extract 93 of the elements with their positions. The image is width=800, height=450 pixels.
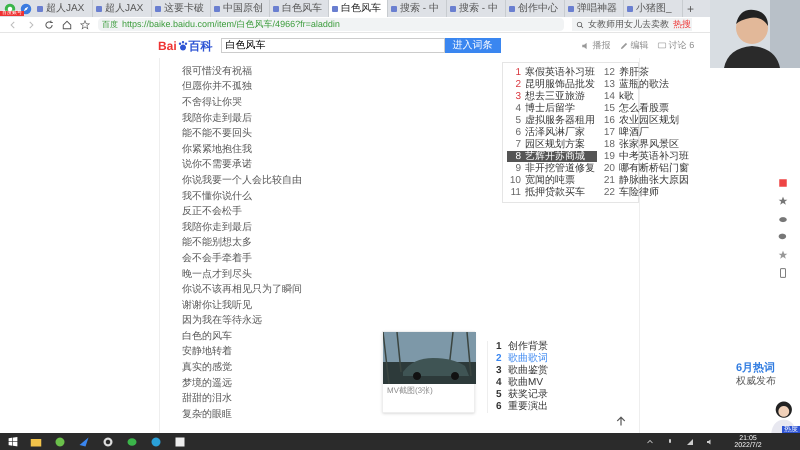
ad-link[interactable]: 8 艺辉开苏商城 (507, 151, 597, 162)
ad-link[interactable]: 21 静脉曲张大原因 (601, 175, 691, 186)
ad-link[interactable]: 2 昆明服饰品批发 (507, 79, 597, 90)
ad-link[interactable]: 10 宽闻的吨票 (507, 175, 597, 186)
edit-icon[interactable] (618, 40, 629, 50)
image-icon[interactable] (174, 436, 186, 448)
page-icon[interactable] (449, 4, 457, 12)
browser-tab[interactable]: 白色风车 (329, 0, 388, 17)
enter-entry-button[interactable]: 进入词条 (444, 38, 501, 53)
lyric-line: 白色的风车 (182, 332, 232, 342)
lyric-line: 甜甜的泪水 (182, 394, 232, 404)
search-icon[interactable] (576, 20, 584, 28)
comment-icon[interactable] (656, 40, 667, 50)
lyric-line: 复杂的眼眶 (182, 410, 232, 420)
lyric-line: 能不能别想太多 (182, 238, 252, 248)
microphone-icon[interactable] (666, 438, 674, 446)
page-icon[interactable] (154, 4, 162, 12)
star-icon[interactable] (778, 196, 788, 206)
lyric-line: 因为我在等待永远 (182, 316, 262, 326)
browser-icon[interactable] (54, 436, 66, 448)
compass-icon[interactable] (20, 2, 32, 14)
page-icon[interactable] (508, 4, 516, 12)
ad-link[interactable]: 15 怎么看股票 (601, 103, 691, 114)
new-tab-button[interactable]: + (687, 0, 694, 18)
page-icon[interactable] (213, 4, 221, 12)
media-card[interactable]: MV截图(3张) (382, 331, 475, 413)
chat-bubble-icon[interactable] (126, 436, 138, 448)
lyric-line: 我不懂你说什么 (182, 192, 252, 202)
ad-link[interactable]: 5 虚拟服务器租用 (507, 115, 597, 126)
catalog-item[interactable]: 6 重要演出 (496, 401, 548, 413)
ad-link[interactable]: 3 想去三亚旅游 (507, 91, 597, 102)
chevron-up-icon[interactable] (646, 438, 654, 446)
catalog-item[interactable]: 2 歌曲歌词 (496, 353, 548, 365)
header-action-link[interactable]: 播报 (592, 38, 611, 52)
ad-link[interactable]: 16 农业园区规划 (601, 115, 691, 126)
ad-link[interactable]: 12 养肝茶 (601, 67, 691, 78)
lyric-line: 安静地转着 (182, 347, 232, 358)
windows-icon[interactable] (8, 436, 18, 446)
ad-link[interactable]: 22 车险律师 (601, 187, 691, 198)
ad-link[interactable]: 19 中考英语补习班 (601, 151, 691, 162)
ad-link[interactable]: 4 博士后留学 (507, 103, 597, 114)
page-icon[interactable] (331, 4, 339, 12)
lyric-line: 会不会手牵着手 (182, 254, 252, 264)
lyric-line: 你说我要一个人会比较自由 (182, 176, 302, 186)
ad-link[interactable]: 17 啤酒厂 (601, 127, 691, 138)
catalog-item[interactable]: 5 获奖记录 (496, 389, 548, 401)
lyric-line: 不舍得让你哭 (182, 98, 242, 108)
ad-link[interactable]: 1 寒假英语补习班 (507, 67, 597, 78)
ad-link[interactable]: 13 蓝瓶的歌法 (601, 79, 691, 90)
ad-link[interactable]: 6 活泽风淋厂家 (507, 127, 597, 138)
page-icon[interactable] (36, 4, 44, 12)
page-icon[interactable] (567, 4, 575, 12)
baike-search-input[interactable]: 白色风车 (220, 38, 445, 53)
ad-link[interactable]: 7 园区规划方案 (507, 139, 597, 150)
ad-link[interactable]: 11 抵押贷款买车 (507, 187, 597, 198)
page-icon[interactable] (272, 4, 280, 12)
lyric-line: 说你不需要承诺 (182, 160, 252, 170)
page-icon[interactable] (390, 4, 398, 12)
ad-link[interactable]: 9 非开挖管道修复 (507, 163, 597, 174)
ad-link[interactable]: 18 张家界风景区 (601, 139, 691, 150)
ad-link[interactable]: 20 哪有断桥铝门窗 (601, 163, 691, 174)
lyric-line: 我陪你走到最后 (182, 114, 252, 124)
ad-link[interactable]: 14 k歌 (601, 91, 691, 102)
lyric-line: 真实的感觉 (182, 363, 232, 374)
catalog-item[interactable]: 4 歌曲MV (496, 377, 548, 389)
lyric-line: 能不能不要回头 (182, 129, 252, 140)
catalog-item[interactable]: 1 创作背景 (496, 341, 548, 353)
page-icon[interactable] (626, 4, 634, 12)
globe-icon[interactable] (150, 436, 162, 448)
header-action-link[interactable]: 讨论 6 (668, 38, 694, 52)
record-icon[interactable] (102, 436, 114, 448)
reload-icon[interactable] (44, 20, 54, 30)
star-icon[interactable] (80, 20, 90, 30)
lyric-line: 很可惜没有祝福 (182, 66, 252, 77)
page-icon[interactable] (95, 4, 103, 12)
search-field[interactable]: 女教师用女儿去卖教 热搜 (572, 18, 692, 31)
header-action-link[interactable]: 编辑 (630, 38, 649, 52)
lyric-line: 你紧紧地抱住我 (182, 144, 252, 155)
network-icon[interactable] (686, 438, 694, 446)
home-icon[interactable] (62, 20, 72, 30)
phone-icon[interactable] (778, 268, 788, 278)
chat-icon[interactable] (778, 232, 788, 242)
baike-logo[interactable]: Bai 百科 (158, 36, 213, 54)
lyric-line: 谢谢你让我听见 (182, 300, 252, 311)
lyric-line: 梦境的遥远 (182, 378, 232, 389)
lyric-line: 晚一点才到尽头 (182, 270, 252, 280)
lyric-line: 但愿你并不孤独 (182, 82, 252, 92)
back-to-top-icon[interactable] (615, 415, 627, 427)
lyric-line: 反正不会松手 (182, 207, 242, 218)
media-caption: MV截图(3张) (387, 385, 433, 397)
lyric-line: 我陪你走到最后 (182, 222, 252, 233)
lyric-line: 你说不该再相见只为了瞬间 (182, 285, 302, 296)
catalog-item[interactable]: 3 歌曲鉴赏 (496, 365, 548, 377)
